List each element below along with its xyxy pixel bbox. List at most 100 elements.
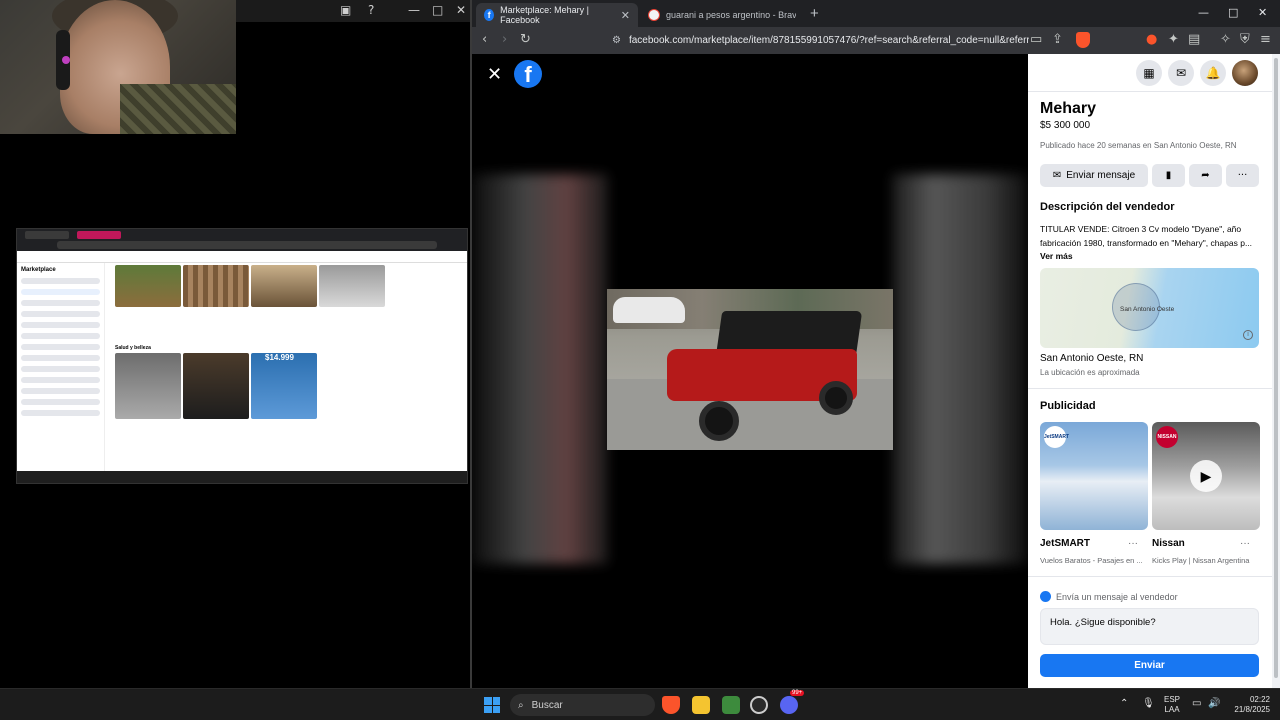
- cast-icon[interactable]: ▣: [340, 3, 351, 17]
- captured-menu-item: [21, 355, 100, 361]
- notification-badge: 99+: [790, 690, 805, 696]
- mic-light: [62, 56, 70, 64]
- map-label: San Antonio Oeste: [1120, 306, 1175, 313]
- ad-name[interactable]: Nissan: [1152, 538, 1185, 549]
- taskbar-search-label: Buscar: [531, 699, 563, 711]
- extensions-icon[interactable]: ✦: [1168, 32, 1179, 47]
- brave-shields-icon[interactable]: [1076, 32, 1090, 48]
- save-button[interactable]: ▮: [1152, 164, 1185, 187]
- tray-overflow-icon[interactable]: ⌃: [1120, 698, 1128, 709]
- brave-rewards-icon[interactable]: ●: [1146, 32, 1157, 47]
- close-window-icon[interactable]: ✕: [1258, 6, 1267, 19]
- volume-icon[interactable]: 🔊: [1208, 698, 1220, 709]
- minecraft-icon[interactable]: [722, 696, 740, 714]
- address-bar[interactable]: ⚙ facebook.com/marketplace/item/87815599…: [612, 31, 1092, 50]
- close-viewer-icon[interactable]: ✕: [487, 64, 502, 85]
- discord-icon[interactable]: 99+: [780, 690, 805, 714]
- nissan-logo-icon: NISSAN: [1156, 426, 1178, 448]
- info-icon[interactable]: i: [1243, 330, 1253, 340]
- listing-published: Publicado hace 20 semanas en San Antonio…: [1040, 141, 1237, 150]
- captured-listing-image: [183, 265, 249, 307]
- scrollbar[interactable]: [1272, 54, 1280, 688]
- photo-wheel: [819, 381, 853, 415]
- file-explorer-icon[interactable]: [692, 696, 710, 714]
- messenger-icon: ✉: [1052, 170, 1062, 181]
- taskbar: ⌕ Buscar 99+ ⌃ 🎙 ESP LAA ▭ 🔊 02:22 21/8/…: [0, 688, 1280, 720]
- reload-icon[interactable]: ↻: [520, 32, 531, 47]
- photo-blur-left: [472, 174, 608, 564]
- messenger-icon[interactable]: ✉: [1168, 60, 1194, 86]
- send-message-button[interactable]: ✉ Enviar mensaje: [1040, 164, 1148, 187]
- new-tab-icon[interactable]: +: [810, 5, 819, 22]
- close-icon[interactable]: ✕: [456, 3, 466, 17]
- language-code: ESP: [1164, 695, 1181, 704]
- captured-menu-item: [21, 377, 100, 383]
- start-menu-icon[interactable]: [484, 697, 500, 713]
- captured-listing-image: $14.999: [251, 353, 317, 419]
- notifications-icon[interactable]: 🔔: [1200, 60, 1226, 86]
- profile-avatar[interactable]: [1232, 60, 1258, 86]
- captured-menu-item: [21, 366, 100, 372]
- minimize-icon[interactable]: —: [1198, 6, 1209, 19]
- message-input[interactable]: Hola. ¿Sigue disponible?: [1040, 608, 1259, 645]
- menu-icon[interactable]: ≡: [1260, 32, 1271, 47]
- more-options-button[interactable]: ···: [1226, 164, 1259, 187]
- ad-name[interactable]: JetSMART: [1040, 538, 1090, 549]
- minimize-icon[interactable]: —: [408, 3, 420, 17]
- captured-menu-item: [21, 410, 100, 416]
- menu-grid-icon[interactable]: ▦: [1136, 60, 1162, 86]
- ad-options-icon[interactable]: ···: [1240, 538, 1250, 549]
- ads-heading: Publicidad: [1040, 400, 1096, 412]
- browser-window: f Marketplace: Mehary | Facebook ✕ guara…: [472, 0, 1280, 688]
- share-icon: ➦: [1201, 170, 1210, 181]
- language-indicator[interactable]: ESP LAA: [1164, 695, 1180, 715]
- keyboard-layout: LAA: [1164, 705, 1180, 714]
- tab-brave-search[interactable]: guarani a pesos argentino - Brave Se: [640, 3, 808, 27]
- clock[interactable]: 02:22 21/8/2025: [1228, 695, 1270, 715]
- desktop: ▣ ? — □ ✕ Marketplace Salud y belleza $1…: [0, 0, 1280, 720]
- captured-urlbar: [57, 241, 437, 249]
- divider: [1028, 388, 1272, 389]
- facebook-logo-icon[interactable]: f: [514, 60, 542, 88]
- captured-menu-item: [21, 300, 100, 306]
- leo-ai-icon[interactable]: ✧: [1220, 32, 1231, 47]
- photo-wheel: [699, 401, 739, 441]
- ad-options-icon[interactable]: ···: [1128, 538, 1138, 549]
- photo-blur-right: [892, 174, 1028, 564]
- captured-listing-image: [115, 353, 181, 419]
- ad-nissan-image[interactable]: NISSAN ▶: [1152, 422, 1260, 530]
- microphone-icon[interactable]: 🎙: [1142, 698, 1155, 709]
- message-prompt-text: Envía un mensaje al vendedor: [1056, 591, 1178, 602]
- captured-listings: Salud y belleza $14.999: [115, 265, 463, 469]
- captured-menu-item: [21, 344, 100, 350]
- captured-menu-item: [21, 333, 100, 339]
- play-icon[interactable]: ▶: [1190, 460, 1222, 492]
- captured-search: [21, 278, 100, 284]
- site-info-icon[interactable]: ⚙: [612, 35, 621, 46]
- ad-jetsmart-image[interactable]: JetSMART: [1040, 422, 1148, 530]
- vpn-icon[interactable]: ⛨: [1240, 32, 1250, 47]
- taskbar-search[interactable]: ⌕ Buscar: [510, 694, 655, 716]
- bookmark-icon: ▮: [1165, 170, 1172, 181]
- scrollbar-thumb[interactable]: [1274, 58, 1278, 678]
- location-map[interactable]: San Antonio Oeste i: [1040, 268, 1259, 348]
- photo-viewer: ✕ f: [472, 54, 1028, 688]
- sidebar-icon[interactable]: ▤: [1188, 32, 1200, 47]
- close-tab-icon[interactable]: ✕: [621, 9, 630, 22]
- send-button[interactable]: Enviar: [1040, 654, 1259, 677]
- see-more-link[interactable]: Ver más: [1040, 251, 1073, 261]
- brave-app-icon[interactable]: [662, 696, 680, 714]
- forward-icon[interactable]: ›: [502, 32, 507, 47]
- captured-listing-image: [319, 265, 385, 307]
- maximize-icon[interactable]: □: [1228, 6, 1238, 19]
- cast-icon[interactable]: ▭: [1030, 32, 1042, 47]
- steam-icon[interactable]: [750, 696, 768, 714]
- back-icon[interactable]: ‹: [482, 32, 487, 47]
- maximize-icon[interactable]: □: [432, 3, 443, 17]
- send-message-label: Enviar mensaje: [1066, 170, 1136, 181]
- tab-marketplace[interactable]: f Marketplace: Mehary | Facebook ✕: [476, 3, 638, 27]
- share-button[interactable]: ➦: [1189, 164, 1222, 187]
- help-icon[interactable]: ?: [368, 3, 374, 17]
- share-icon[interactable]: ⇪: [1052, 32, 1063, 47]
- display-icon[interactable]: ▭: [1192, 698, 1201, 709]
